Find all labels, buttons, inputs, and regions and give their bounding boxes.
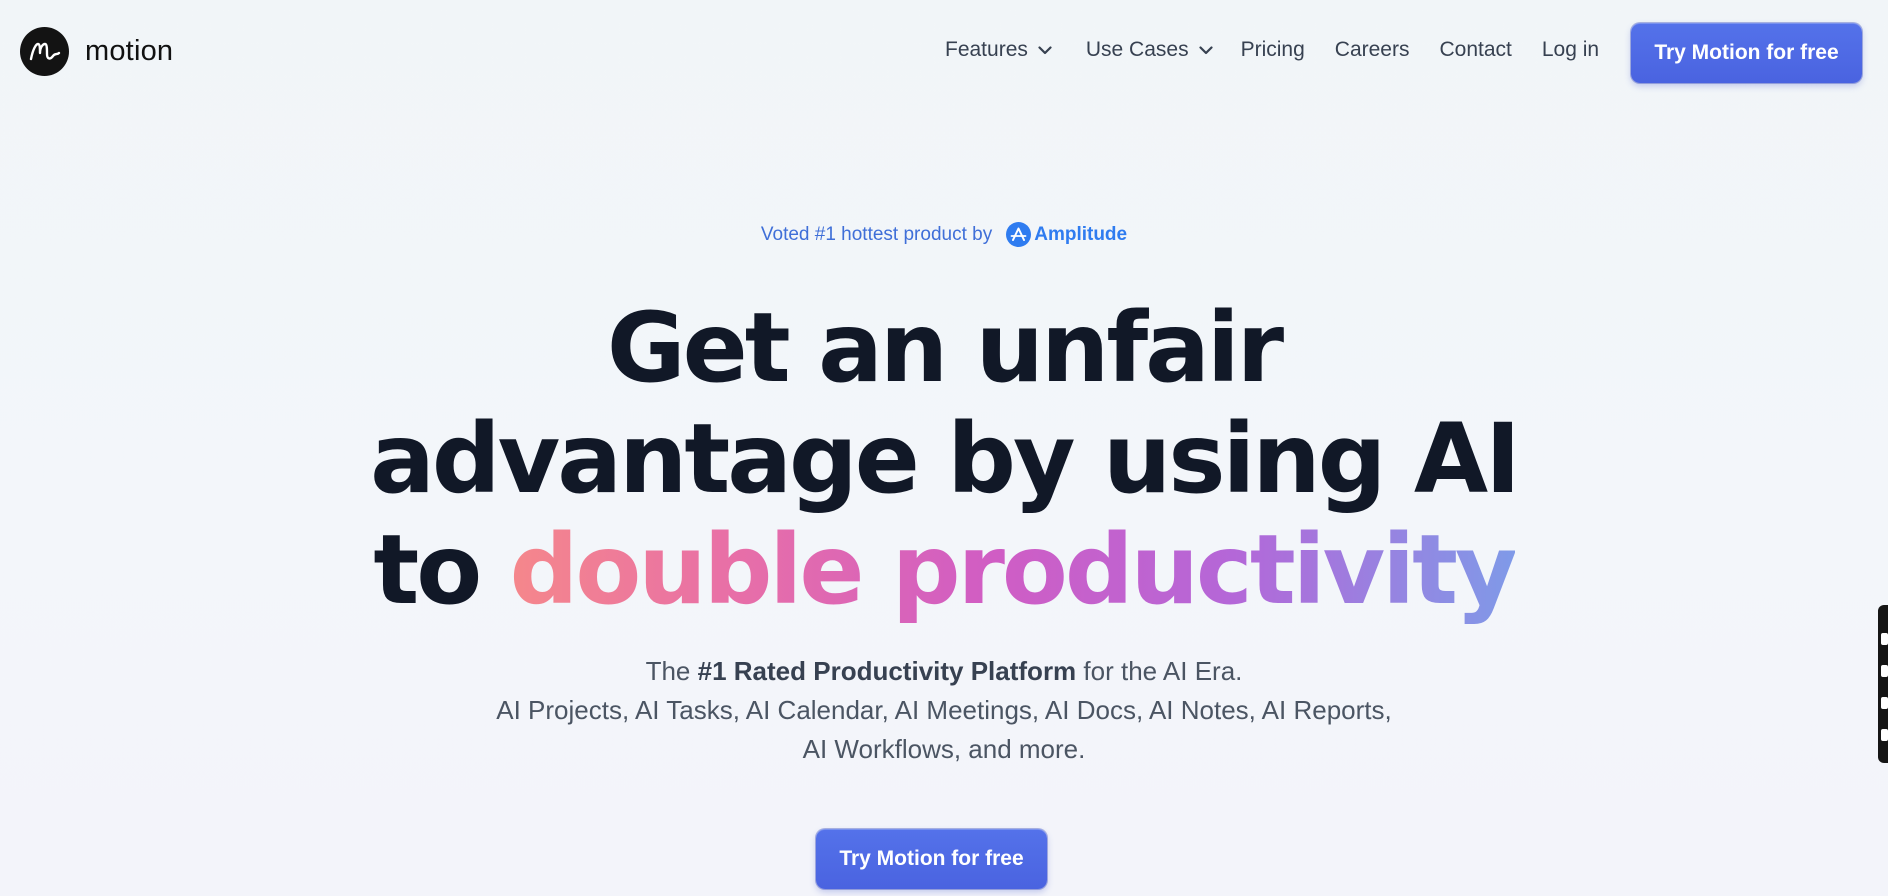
- amplitude-wordmark: Amplitude: [1034, 223, 1128, 245]
- subcopy-line-1-bold: #1 Rated Productivity Platform: [697, 656, 1077, 686]
- side-widget-icon-1: [1881, 633, 1888, 645]
- subcopy-line-1-pre: The: [645, 656, 691, 686]
- side-widget-icon-2: [1881, 665, 1888, 677]
- nav-features-label: Features: [945, 38, 1028, 61]
- main-nav: Features Use Cases Pricing Careers Conta…: [945, 38, 1599, 62]
- nav-features[interactable]: Features: [945, 38, 1052, 62]
- headline-line-3-prefix: to: [373, 514, 482, 626]
- award-badge-inner: Voted #1 hottest product by Amplitude: [761, 222, 1127, 247]
- subcopy-line-1: The #1 Rated Productivity Platform for t…: [0, 652, 1888, 691]
- amplitude-logo: Amplitude: [1006, 222, 1127, 247]
- nav-use-cases[interactable]: Use Cases: [1086, 38, 1213, 62]
- motion-logo-icon: [20, 27, 69, 76]
- headline-line-1: Get an unfair: [606, 292, 1284, 404]
- headline-highlight: double productivity: [509, 514, 1518, 626]
- nav-contact[interactable]: Contact: [1439, 38, 1511, 62]
- hero-subcopy: The #1 Rated Productivity Platform for t…: [0, 652, 1888, 769]
- site-header: motion Features Use Cases Pricing Career…: [0, 0, 1888, 108]
- amplitude-icon: [1006, 222, 1032, 247]
- logo-link[interactable]: motion: [20, 27, 173, 76]
- brand-name: motion: [85, 35, 174, 67]
- nav-use-cases-label: Use Cases: [1085, 38, 1189, 61]
- chevron-down-icon: [1198, 45, 1213, 55]
- subcopy-line-3: AI Workflows, and more.: [802, 734, 1086, 764]
- subcopy-line-1-post: for the AI Era.: [1083, 656, 1243, 686]
- chevron-down-icon: [1038, 45, 1052, 55]
- header-try-free-button[interactable]: Try Motion for free: [1631, 23, 1862, 83]
- nav-pricing[interactable]: Pricing: [1241, 38, 1305, 62]
- subcopy-line-2: AI Projects, AI Tasks, AI Calendar, AI M…: [496, 695, 1392, 725]
- side-widget-icon-3: [1881, 697, 1888, 709]
- award-badge: Voted #1 hottest product by Amplitude: [0, 222, 1888, 247]
- headline-line-3: to double productivity: [0, 515, 1888, 626]
- nav-careers[interactable]: Careers: [1335, 38, 1410, 62]
- side-feedback-widget[interactable]: [1878, 605, 1888, 763]
- hero-try-free-button[interactable]: Try Motion for free: [816, 829, 1047, 889]
- nav-login[interactable]: Log in: [1542, 38, 1599, 62]
- hero-headline: Get an unfair advantage by using AI to d…: [0, 293, 1888, 626]
- side-widget-icon-4: [1881, 729, 1888, 741]
- headline-line-2: advantage by using AI: [370, 403, 1521, 515]
- award-badge-text: Voted #1 hottest product by: [760, 223, 993, 245]
